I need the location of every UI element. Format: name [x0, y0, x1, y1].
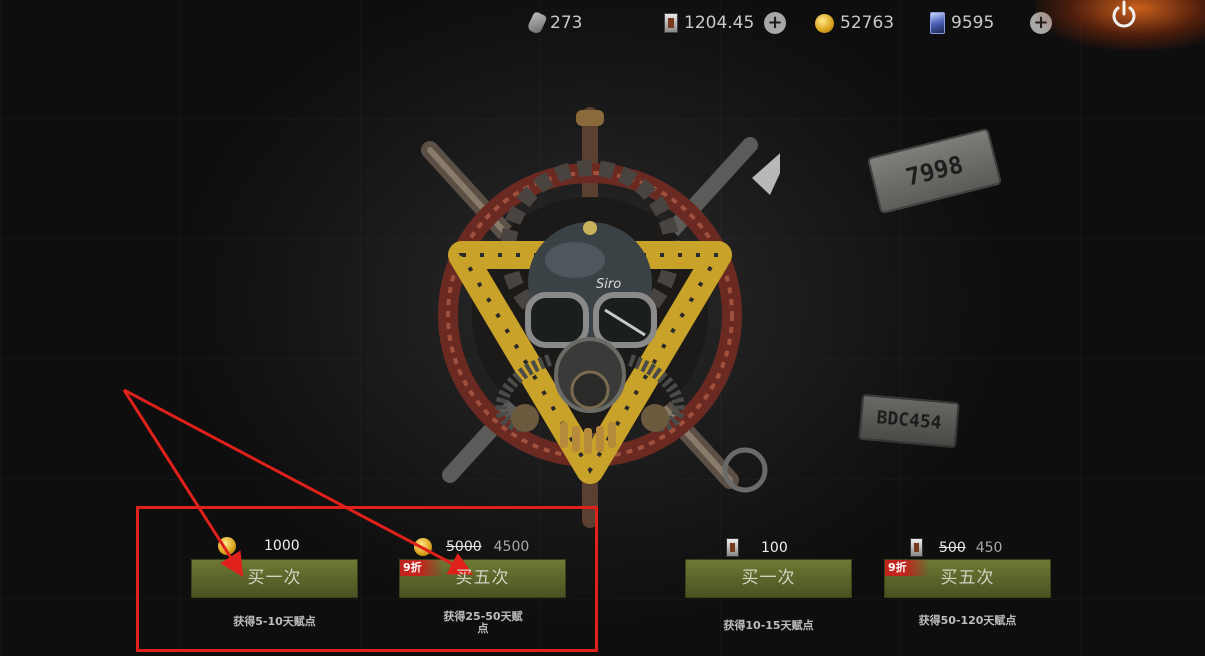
resource-ticket: 1204.45 [664, 10, 754, 36]
card-count: 9595 [951, 13, 995, 33]
ticket-icon [664, 13, 678, 33]
resource-card: 9595 [930, 10, 994, 36]
price-row: 500 450 [910, 538, 1002, 557]
power-icon[interactable] [1108, 0, 1140, 30]
reward-description: 获得10-15天赋点 [723, 619, 814, 632]
button-label: 买五次 [455, 568, 510, 588]
grenade-icon [526, 10, 548, 36]
gold-coin-icon [815, 13, 834, 33]
discounted-price: 450 [975, 539, 1003, 556]
grenade-count: 273 [550, 13, 583, 33]
button-label: 买一次 [741, 568, 796, 588]
button-label: 买一次 [247, 568, 302, 588]
discount-badge: 9折 [885, 560, 929, 576]
annotation-highlight-box [136, 506, 598, 652]
ticket-count: 1204.45 [684, 13, 755, 33]
ticket-icon [910, 538, 923, 557]
resource-gold: 52763 [815, 10, 894, 36]
plate-text: BDC454 [875, 407, 943, 434]
gold-count: 52763 [840, 13, 895, 33]
ticket-icon [726, 538, 739, 557]
original-price: 500 [939, 539, 966, 556]
add-ticket-button[interactable]: + [764, 12, 786, 34]
license-plate-decoration: BDC454 [858, 393, 960, 449]
card-icon [930, 12, 945, 34]
buy-once-ticket-button[interactable]: 买一次 [685, 559, 852, 598]
gas-mask-emblem: Siro [421, 107, 780, 528]
buy-five-ticket-button[interactable]: 9折 买五次 [884, 559, 1051, 598]
button-label: 买五次 [940, 568, 995, 588]
svg-text:Siro: Siro [596, 277, 621, 292]
reward-description: 获得50-120天赋点 [918, 614, 1017, 627]
price: 100 [761, 539, 788, 556]
price-row: 100 [726, 538, 788, 557]
resource-grenade: 273 [526, 10, 583, 36]
resource-bar: 273 1204.45 + 52763 9595 + [0, 0, 1205, 50]
